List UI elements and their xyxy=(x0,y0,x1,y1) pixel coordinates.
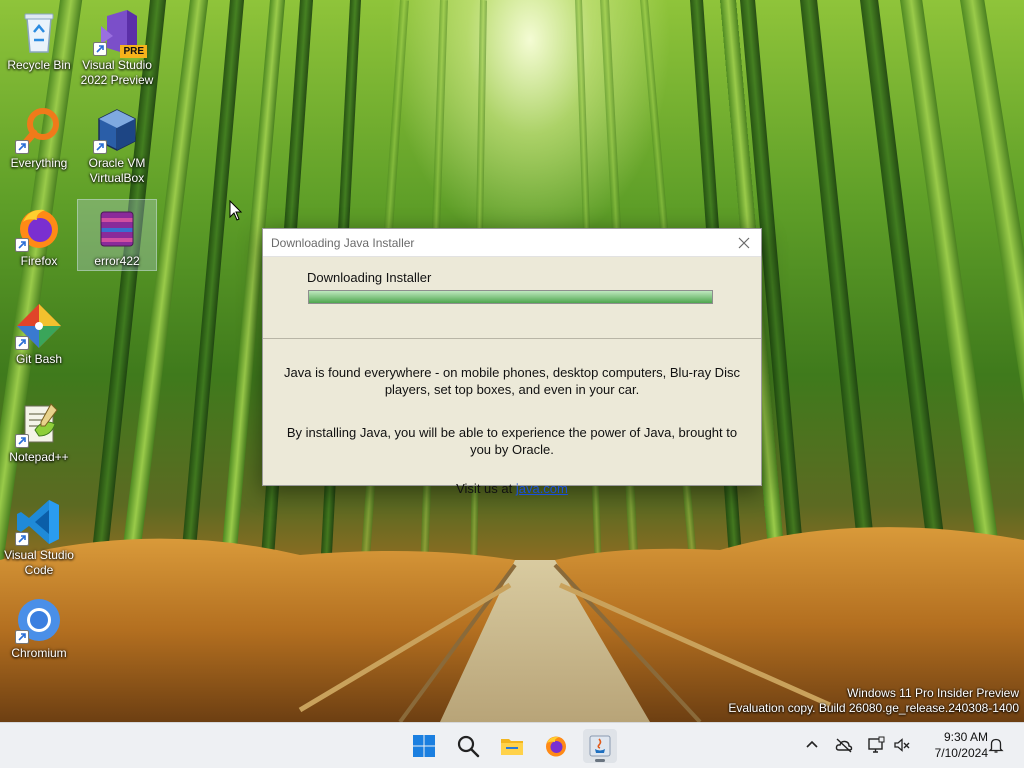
desktop-icon-label: Firefox xyxy=(20,254,58,268)
shortcut-arrow-icon xyxy=(15,630,29,644)
audio-tray-button[interactable] xyxy=(892,735,912,755)
folder-icon xyxy=(501,739,523,755)
desktop-icon-label: Git Bash xyxy=(15,352,63,366)
watermark-edition: Windows 11 Pro Insider Preview xyxy=(847,686,1019,700)
clock-time: 9:30 AM xyxy=(943,730,988,744)
display-tray-button[interactable] xyxy=(866,735,886,755)
java-installer-taskbar-button[interactable] xyxy=(583,729,617,763)
monitor-icon xyxy=(868,736,885,753)
firefox-icon xyxy=(546,736,566,757)
desktop-icon-label: Visual Studio 2022 Preview xyxy=(80,58,154,87)
shortcut-arrow-icon xyxy=(15,140,29,154)
desktop-icon-recycle-bin[interactable]: Recycle Bin xyxy=(0,8,78,73)
desktop-icon-vscode[interactable]: Visual Studio Code xyxy=(0,498,78,578)
evaluation-watermark: Windows 11 Pro Insider Preview Evaluatio… xyxy=(728,686,1019,716)
file-explorer-button[interactable] xyxy=(495,729,529,763)
desktop-icon-firefox[interactable]: Firefox xyxy=(0,204,78,269)
pre-badge: PRE xyxy=(120,45,147,58)
search-icon xyxy=(457,735,480,758)
desktop-icon-label: Visual Studio Code xyxy=(4,548,74,577)
java-com-link[interactable]: java.com xyxy=(516,481,568,496)
everything-magnifier-icon xyxy=(15,106,63,154)
speaker-muted-icon xyxy=(894,738,910,752)
virtualbox-cube-icon xyxy=(93,106,141,154)
notifications-button[interactable] xyxy=(986,735,1006,755)
taskbar-clock[interactable]: 9:30 AM 7/10/2024 xyxy=(916,729,988,761)
progress-fill xyxy=(309,291,712,303)
visual-studio-icon: PRE xyxy=(93,8,147,58)
firefox-icon xyxy=(15,204,63,252)
dialog-titlebar[interactable]: Downloading Java Installer xyxy=(263,229,761,257)
rar-archive-icon xyxy=(93,204,141,252)
bell-icon xyxy=(988,738,1004,753)
dialog-header: Downloading Installer xyxy=(263,257,761,339)
recycle-bin-icon xyxy=(15,8,63,56)
desktop-icon-virtualbox[interactable]: Oracle VM VirtualBox xyxy=(78,106,156,186)
firefox-taskbar-button[interactable] xyxy=(539,729,573,763)
search-button[interactable] xyxy=(451,729,485,763)
download-progress-bar xyxy=(308,290,713,304)
info-paragraph-2: By installing Java, you will be able to … xyxy=(286,425,738,457)
desktop-icon-label: Chromium xyxy=(11,646,67,660)
java-installer-dialog: Downloading Java Installer Downloading I… xyxy=(262,228,762,496)
desktop-icon-label: Recycle Bin xyxy=(7,58,71,72)
shortcut-arrow-icon xyxy=(93,140,107,154)
desktop-icon-visual-studio-preview[interactable]: PRE Visual Studio 2022 Preview xyxy=(78,8,156,88)
dialog-title: Downloading Java Installer xyxy=(271,236,415,250)
notepad-plus-plus-icon xyxy=(15,400,63,448)
info-paragraph-1: Java is found everywhere - on mobile pho… xyxy=(284,365,740,397)
vscode-icon xyxy=(15,498,63,546)
show-hidden-icons-button[interactable] xyxy=(802,735,822,755)
chevron-up-icon xyxy=(806,740,818,748)
desktop-icon-error422[interactable]: error422 xyxy=(77,199,157,271)
windows-logo-icon xyxy=(413,735,435,757)
desktop-icon-notepad-plus-plus[interactable]: Notepad++ xyxy=(0,400,78,465)
cloud-offline-icon xyxy=(835,738,853,753)
desktop-icon-chromium[interactable]: Chromium xyxy=(0,596,78,661)
visit-line: Visit us at java.com xyxy=(283,480,741,497)
shortcut-arrow-icon xyxy=(15,434,29,448)
shortcut-arrow-icon xyxy=(15,336,29,350)
desktop-icon-git-bash[interactable]: Git Bash xyxy=(0,302,78,367)
chromium-icon xyxy=(15,596,63,644)
desktop-icon-label: error422 xyxy=(94,254,140,268)
shortcut-arrow-icon xyxy=(15,238,29,252)
mouse-cursor-icon xyxy=(229,200,243,221)
desktop-icon-label: Oracle VM VirtualBox xyxy=(88,156,146,185)
start-button[interactable] xyxy=(407,729,441,763)
desktop-icon-label: Everything xyxy=(10,156,68,170)
close-button[interactable] xyxy=(733,232,755,254)
shortcut-arrow-icon xyxy=(15,532,29,546)
taskbar: 9:30 AM 7/10/2024 xyxy=(0,722,1024,768)
desktop-icon-everything[interactable]: Everything xyxy=(0,106,78,171)
active-app-indicator xyxy=(595,759,605,762)
shortcut-arrow-icon xyxy=(93,42,107,56)
download-status-label: Downloading Installer xyxy=(307,270,432,285)
git-diamond-icon xyxy=(15,302,63,350)
visit-prefix: Visit us at xyxy=(456,481,516,496)
java-icon xyxy=(589,735,611,757)
watermark-build: Evaluation copy. Build 26080.ge_release.… xyxy=(728,701,1019,715)
dialog-body: Java is found everywhere - on mobile pho… xyxy=(263,364,761,497)
onedrive-tray-button[interactable] xyxy=(834,735,854,755)
desktop-icon-label: Notepad++ xyxy=(9,450,69,464)
clock-date: 7/10/2024 xyxy=(934,746,988,760)
close-icon xyxy=(738,237,750,249)
